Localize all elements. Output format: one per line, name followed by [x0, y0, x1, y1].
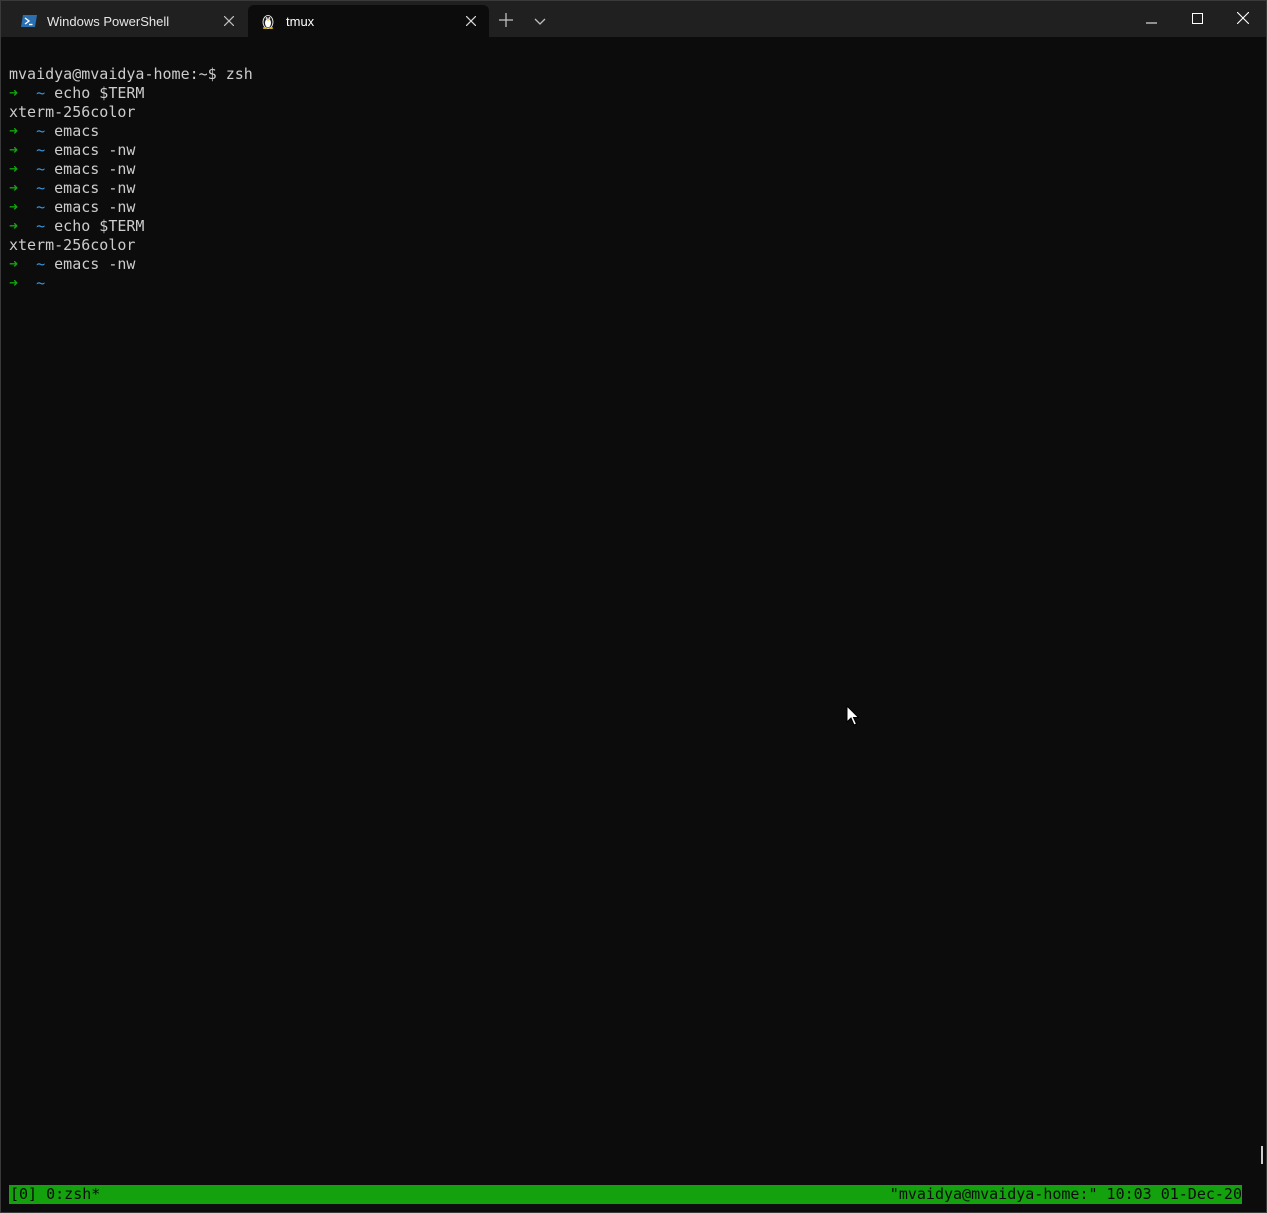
prompt-command: emacs -nw [54, 141, 136, 159]
linux-penguin-icon [260, 13, 276, 29]
prompt-dir: ~ [36, 255, 46, 273]
terminal-line: ➜ ~ emacs -nw [9, 160, 253, 179]
tab-tmux[interactable]: tmux [248, 5, 489, 37]
minimize-button[interactable] [1128, 1, 1174, 37]
close-window-button[interactable] [1220, 1, 1266, 37]
terminal-line: ➜ ~ emacs -nw [9, 141, 253, 160]
maximize-icon [1191, 12, 1203, 27]
tmux-status-left: [0] 0:zsh* [10, 1185, 101, 1203]
prompt-command: echo $TERM [54, 217, 145, 235]
prompt-arrow-icon: ➜ [9, 122, 19, 140]
terminal-line: ➜ ~ emacs -nw [9, 198, 253, 217]
prompt-command: emacs [54, 122, 100, 140]
terminal-line: ➜ ~ emacs -nw [9, 255, 253, 274]
prompt-dir: ~ [36, 274, 46, 292]
prompt-dir: ~ [36, 179, 46, 197]
tab-windows-powershell[interactable]: Windows PowerShell [9, 5, 247, 37]
terminal-line: mvaidya@mvaidya-home:~$ zsh [9, 65, 253, 83]
prompt-command: emacs -nw [54, 160, 136, 178]
prompt-arrow-icon: ➜ [9, 198, 19, 216]
terminal-line: ➜ ~ echo $TERM [9, 217, 253, 236]
terminal-line: xterm-256color [9, 236, 136, 254]
prompt-dir: ~ [36, 217, 46, 235]
maximize-button[interactable] [1174, 1, 1220, 37]
close-tab-icon[interactable] [221, 13, 237, 29]
terminal-pane[interactable]: mvaidya@mvaidya-home:~$ zsh ➜ ~ echo $TE… [1, 37, 1266, 1212]
tab-bar: Windows PowerShell tmux [1, 1, 1266, 37]
minimize-icon [1145, 12, 1157, 27]
powershell-icon [21, 13, 37, 29]
prompt-dir: ~ [36, 84, 46, 102]
prompt-arrow-icon: ➜ [9, 274, 19, 292]
terminal-line: xterm-256color [9, 103, 136, 121]
tmux-status-bar: [0] 0:zsh* "mvaidya@mvaidya-home:" 10:03… [9, 1185, 1242, 1204]
terminal-line: ➜ ~ emacs -nw [9, 179, 253, 198]
prompt-arrow-icon: ➜ [9, 179, 19, 197]
close-tab-icon[interactable] [463, 13, 479, 29]
scrollbar-thumb[interactable] [1261, 1146, 1263, 1164]
terminal-window: Windows PowerShell tmux mvaidya@mvaidya-… [0, 0, 1267, 1213]
prompt-arrow-icon: ➜ [9, 141, 19, 159]
prompt-command: echo $TERM [54, 84, 145, 102]
tab-title: tmux [286, 13, 315, 29]
chevron-down-icon [534, 14, 546, 29]
prompt-dir: ~ [36, 198, 46, 216]
prompt-dir: ~ [36, 141, 46, 159]
mouse-pointer-icon [846, 704, 860, 727]
prompt-dir: ~ [36, 160, 46, 178]
prompt-command: emacs -nw [54, 198, 136, 216]
close-icon [1236, 11, 1250, 27]
prompt-arrow-icon: ➜ [9, 160, 19, 178]
prompt-arrow-icon: ➜ [9, 84, 19, 102]
prompt-dir: ~ [36, 122, 46, 140]
terminal-line-current-prompt[interactable]: ➜ ~ [9, 274, 253, 293]
plus-icon [499, 12, 513, 30]
terminal-line: ➜ ~ emacs [9, 122, 253, 141]
terminal-line: ➜ ~ echo $TERM [9, 84, 253, 103]
new-tab-button[interactable] [492, 9, 520, 33]
tmux-status-right: "mvaidya@mvaidya-home:" 10:03 01-Dec-20 [889, 1185, 1242, 1203]
tab-dropdown-button[interactable] [526, 9, 554, 33]
tab-title: Windows PowerShell [47, 13, 170, 29]
terminal-output: mvaidya@mvaidya-home:~$ zsh ➜ ~ echo $TE… [9, 65, 253, 293]
prompt-command: emacs -nw [54, 255, 136, 273]
prompt-arrow-icon: ➜ [9, 217, 19, 235]
prompt-arrow-icon: ➜ [9, 255, 19, 273]
prompt-command: emacs -nw [54, 179, 136, 197]
